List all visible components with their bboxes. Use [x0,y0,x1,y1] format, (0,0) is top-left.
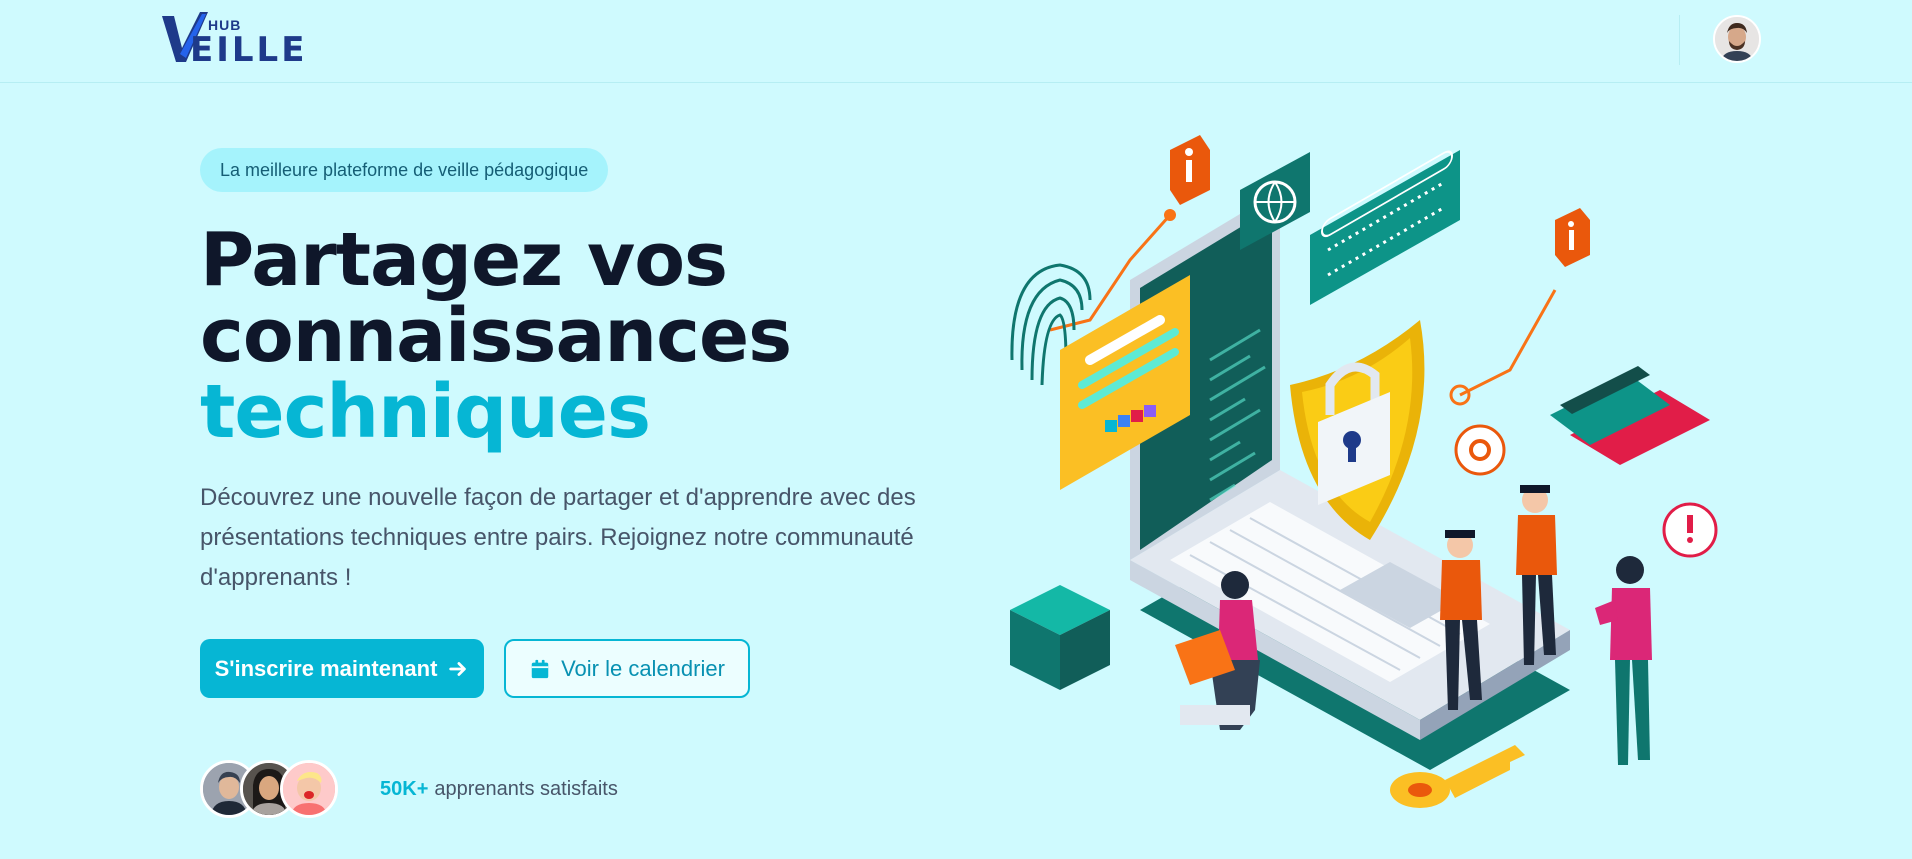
signup-now-label: S'inscrire maintenant [214,655,438,681]
hero-description: Découvrez une nouvelle façon de partager… [200,484,916,591]
hero-title-accent: techniques [200,369,651,455]
learner-count: 50K+ [380,777,429,800]
alert-bubble-icon [1662,502,1718,558]
learner-avatar-3 [280,760,338,818]
info-icon-secondary [1555,208,1590,267]
header-divider [1679,15,1680,65]
signup-now-button[interactable]: S'inscrire maintenant [200,639,484,698]
hero-title-line-2: connaissances [200,293,792,379]
social-proof: 50K+ apprenants satisfaits [200,760,618,818]
tagline-badge: La meilleure plateforme de veille pédago… [200,148,609,192]
hero-title: Partagez vos connaissances techniques [200,222,920,450]
settings-bubble-icon [1454,424,1506,476]
user-avatar-image [1715,17,1759,61]
security-illustration [1010,135,1718,808]
info-icon [1170,135,1210,205]
logo-veille-text: EILLE [190,30,308,70]
learner-avatars [200,760,342,818]
learner-count-label: apprenants satisfaits [434,777,618,800]
hero-title-line-1: Partagez vos [200,217,728,303]
man-with-phone-figure [1595,556,1652,765]
social-proof-text: 50K+ apprenants satisfaits [380,778,618,801]
top-navbar: HUB EILLE [0,0,1912,83]
view-calendar-label: Voir le calendrier [561,655,725,681]
credit-card-icon [1550,366,1710,465]
user-avatar[interactable] [1713,15,1761,63]
calendar-icon [531,659,549,678]
view-calendar-button[interactable]: Voir le calendrier [504,639,750,698]
arrow-right-icon [449,661,467,676]
password-panel-illustration [1310,150,1460,305]
veille-hub-logo[interactable]: HUB EILLE [160,10,304,70]
cloud-box-icon [1010,585,1110,690]
